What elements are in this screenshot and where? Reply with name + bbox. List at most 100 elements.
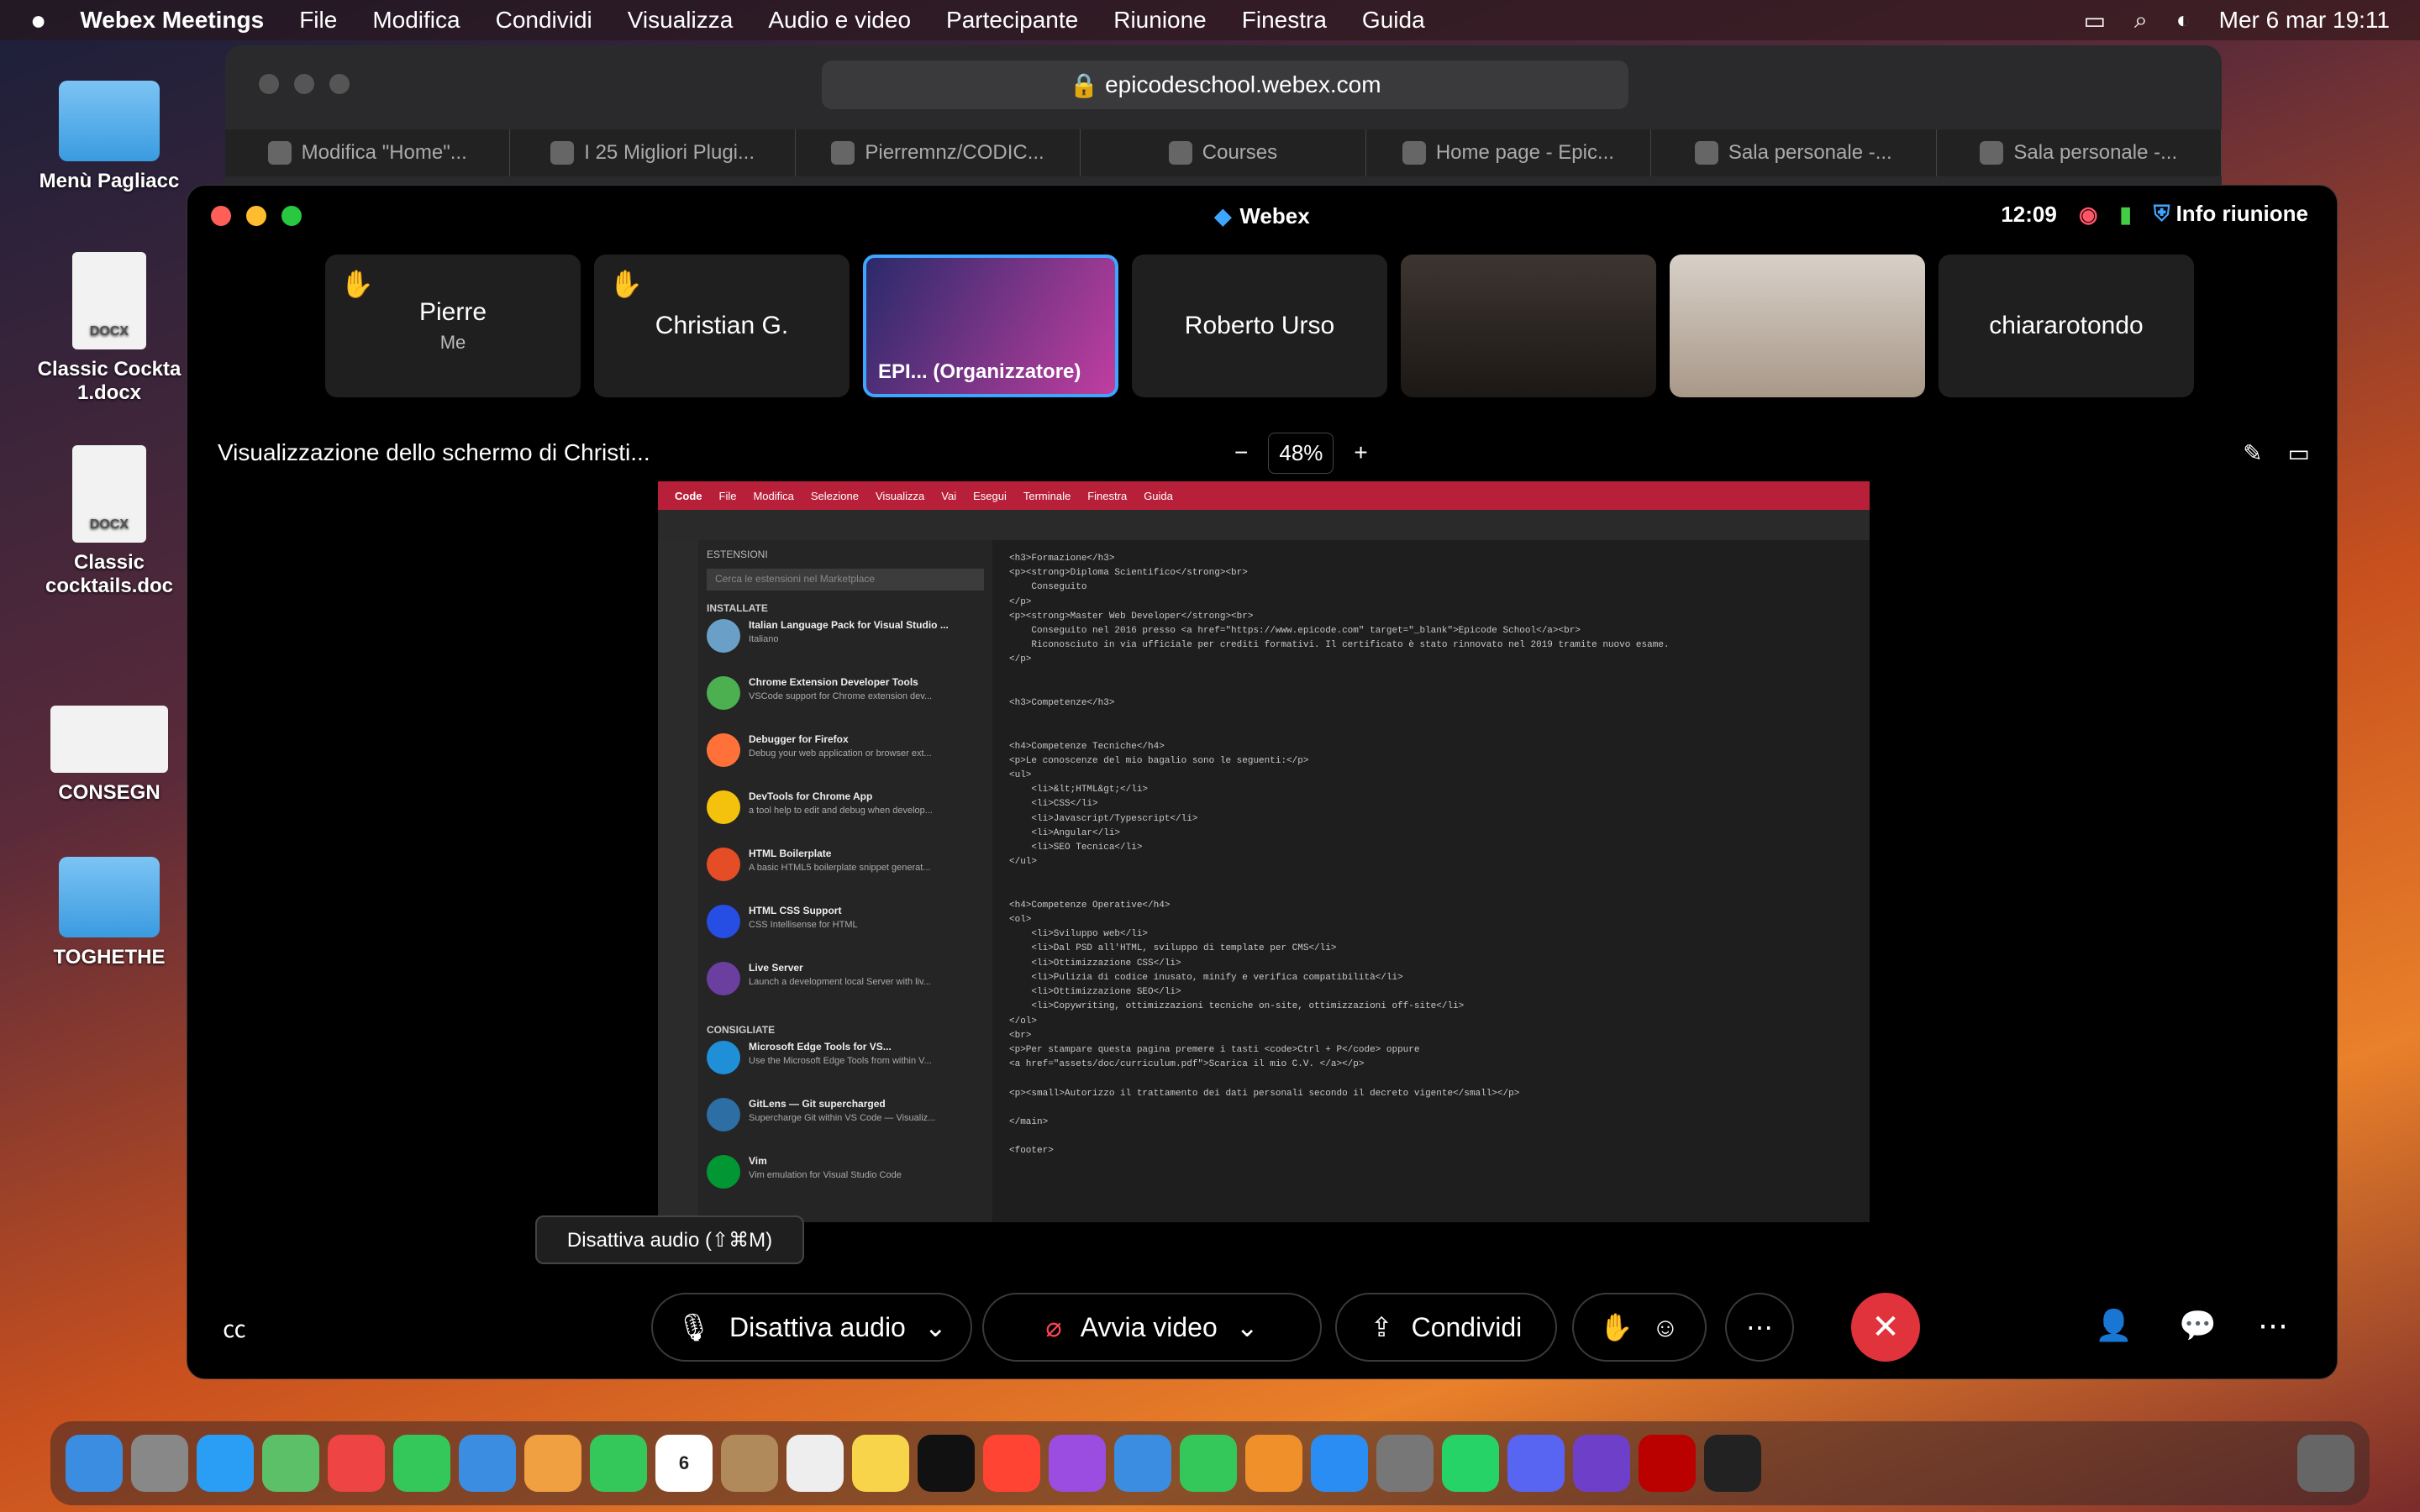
extension-item[interactable]: GitLens — Git supercharged Supercharge Gi… bbox=[707, 1098, 984, 1155]
menu-finestra[interactable]: Finestra bbox=[1242, 7, 1327, 34]
messages-icon[interactable] bbox=[393, 1435, 450, 1492]
participant-tile[interactable]: Roberto Urso bbox=[1132, 255, 1387, 397]
menu-visualizza[interactable]: Visualizza bbox=[628, 7, 734, 34]
browser-tab[interactable]: Sala personale -... bbox=[1936, 129, 2222, 176]
maps-icon[interactable] bbox=[262, 1435, 319, 1492]
menu-file[interactable]: File bbox=[299, 7, 337, 34]
extension-item[interactable]: Microsoft Edge Tools for VS... Use the Mi… bbox=[707, 1041, 984, 1098]
reminders-icon[interactable] bbox=[786, 1435, 844, 1492]
reactions-group[interactable]: ✋ ☺ bbox=[1572, 1293, 1707, 1362]
numbers-icon[interactable] bbox=[1180, 1435, 1237, 1492]
extension-item[interactable]: Debugger for Firefox Debug your web appli… bbox=[707, 733, 984, 790]
chrome-icon[interactable] bbox=[328, 1435, 385, 1492]
browser-tab[interactable]: Modifica "Home"... bbox=[225, 129, 511, 176]
whatsapp-icon[interactable] bbox=[1442, 1435, 1499, 1492]
chat-icon[interactable]: 💬 bbox=[2179, 1308, 2217, 1343]
extension-item[interactable]: HTML Boilerplate A basic HTML5 boilerplat… bbox=[707, 848, 984, 905]
zoom-in-button[interactable]: + bbox=[1354, 439, 1367, 466]
app-store-icon[interactable] bbox=[1311, 1435, 1368, 1492]
extension-item[interactable]: Italian Language Pack for Visual Studio … bbox=[707, 619, 984, 676]
menu-modifica[interactable]: Modifica bbox=[372, 7, 460, 34]
finder-icon[interactable] bbox=[66, 1435, 123, 1492]
menu-guida[interactable]: Guida bbox=[1362, 7, 1425, 34]
menu-audio-video[interactable]: Audio e video bbox=[768, 7, 911, 34]
browser-tab[interactable]: Pierremnz/CODIC... bbox=[795, 129, 1081, 176]
desktop-file[interactable]: CONSEGN bbox=[25, 706, 193, 805]
browser-tab[interactable]: I 25 Migliori Plugi... bbox=[510, 129, 796, 176]
extension-name: Chrome Extension Developer Tools bbox=[749, 676, 918, 688]
webex-icon[interactable] bbox=[1704, 1435, 1761, 1492]
search-icon[interactable]: ⌕ bbox=[2134, 7, 2148, 34]
meeting-info-button[interactable]: ⛨ Info riunione bbox=[2154, 201, 2308, 228]
participant-video[interactable] bbox=[1670, 255, 1925, 397]
raise-hand-icon[interactable]: ✋ bbox=[1600, 1311, 1634, 1343]
facetime-icon[interactable] bbox=[590, 1435, 647, 1492]
chevron-down-icon[interactable]: ⌄ bbox=[924, 1311, 947, 1343]
participant-tile-host[interactable]: EPI... (Organizzatore) bbox=[863, 255, 1118, 397]
extension-item[interactable]: HTML CSS Support CSS Intellisense for HTM… bbox=[707, 905, 984, 962]
music-icon[interactable] bbox=[983, 1435, 1040, 1492]
menu-riunione[interactable]: Riunione bbox=[1113, 7, 1207, 34]
keynote-icon[interactable] bbox=[1114, 1435, 1171, 1492]
control-center-icon[interactable]: ◐ bbox=[2176, 7, 2191, 34]
browser-tab[interactable]: Courses bbox=[1081, 129, 1366, 176]
zoom-out-button[interactable]: − bbox=[1234, 439, 1248, 466]
participant-tile[interactable]: ✋ Christian G. bbox=[594, 255, 850, 397]
safari-icon[interactable] bbox=[197, 1435, 254, 1492]
tv-icon[interactable] bbox=[918, 1435, 975, 1492]
photos-icon[interactable] bbox=[524, 1435, 581, 1492]
video-button[interactable]: ⌀ Avvia video ⌄ bbox=[982, 1293, 1322, 1362]
end-call-button[interactable]: ✕ bbox=[1851, 1293, 1920, 1362]
emoji-icon[interactable]: ☺ bbox=[1652, 1312, 1680, 1343]
extension-desc: A basic HTML5 boilerplate snippet genera… bbox=[749, 863, 931, 873]
share-button[interactable]: ⇪ Condividi bbox=[1335, 1293, 1557, 1362]
github-icon[interactable] bbox=[1573, 1435, 1630, 1492]
menu-condividi[interactable]: Condividi bbox=[496, 7, 592, 34]
mail-icon[interactable] bbox=[459, 1435, 516, 1492]
trash-icon[interactable] bbox=[2297, 1435, 2354, 1492]
desktop-folder[interactable]: Menù Pagliacc bbox=[25, 81, 193, 193]
participant-tile[interactable]: chiararotondo bbox=[1939, 255, 2194, 397]
address-bar[interactable]: 🔒 epicodeschool.webex.com bbox=[822, 60, 1628, 109]
chevron-down-icon[interactable]: ⌄ bbox=[1236, 1311, 1259, 1343]
extension-desc: Italiano bbox=[749, 634, 779, 644]
calendar-icon[interactable]: 6 bbox=[655, 1435, 713, 1492]
podcasts-icon[interactable] bbox=[1049, 1435, 1106, 1492]
mute-button[interactable]: 🎙 Disattiva audio ⌄ bbox=[651, 1293, 972, 1362]
desktop-folder-2[interactable]: TOGHETHE bbox=[25, 857, 193, 969]
extension-item[interactable]: Live Server Launch a development local Se… bbox=[707, 962, 984, 1019]
extension-item[interactable]: Chrome Extension Developer Tools VSCode s… bbox=[707, 676, 984, 733]
pages-icon[interactable] bbox=[1245, 1435, 1302, 1492]
filezilla-icon[interactable] bbox=[1639, 1435, 1696, 1492]
participant-video[interactable] bbox=[1401, 255, 1656, 397]
share-header: Visualizzazione dello schermo di Christi… bbox=[218, 429, 2310, 476]
zoom-level[interactable]: 48% bbox=[1268, 432, 1334, 474]
notes-icon[interactable] bbox=[852, 1435, 909, 1492]
browser-tab[interactable]: Sala personale -... bbox=[1651, 129, 1937, 176]
desktop-docx[interactable]: DOCX Classic Cockta 1.docx bbox=[25, 252, 193, 405]
more-icon[interactable]: ⋯ bbox=[2258, 1308, 2288, 1343]
more-options-button[interactable]: ⋯ bbox=[1725, 1293, 1794, 1362]
recording-icon[interactable]: ◉ bbox=[2079, 202, 2098, 228]
participants-icon[interactable]: 👤 bbox=[2095, 1308, 2133, 1343]
clock[interactable]: Mer 6 mar 19:11 bbox=[2219, 7, 2390, 34]
launchpad-icon[interactable] bbox=[131, 1435, 188, 1492]
shared-screen[interactable]: Code File Modifica Selezione Visualizza Vai E… bbox=[658, 481, 1870, 1222]
menu-partecipante[interactable]: Partecipante bbox=[946, 7, 1078, 34]
extension-item[interactable]: DevTools for Chrome App a tool help to ed… bbox=[707, 790, 984, 848]
browser-tab[interactable]: Home page - Epic... bbox=[1365, 129, 1652, 176]
screen-icon[interactable]: ▭ bbox=[2288, 439, 2310, 467]
discord-icon[interactable] bbox=[1507, 1435, 1565, 1492]
settings-icon[interactable] bbox=[1376, 1435, 1434, 1492]
participant-tile[interactable]: ✋ Pierre Me bbox=[325, 255, 581, 397]
signal-icon[interactable]: ▮ bbox=[2120, 202, 2132, 228]
extension-item[interactable]: Vim Vim emulation for Visual Studio Code bbox=[707, 1155, 984, 1212]
apple-icon[interactable]: ● bbox=[30, 5, 46, 36]
window-controls[interactable] bbox=[259, 74, 350, 94]
battery-icon[interactable]: ▭ bbox=[2084, 7, 2106, 34]
desktop-doc[interactable]: DOCX Classic cocktails.doc bbox=[25, 445, 193, 598]
captions-icon[interactable]: ㏄ bbox=[223, 1311, 246, 1345]
contacts-icon[interactable] bbox=[721, 1435, 778, 1492]
app-name[interactable]: Webex Meetings bbox=[80, 7, 264, 34]
annotate-icon[interactable]: ✎ bbox=[2243, 439, 2262, 467]
